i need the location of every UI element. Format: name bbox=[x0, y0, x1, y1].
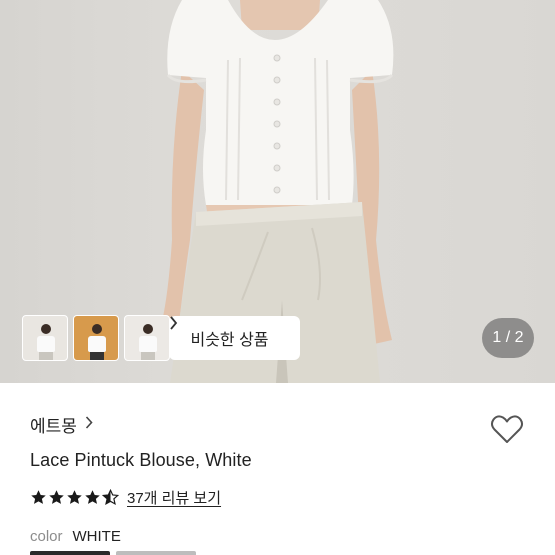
chevron-right-icon bbox=[85, 416, 93, 433]
brand-link[interactable]: 에트몽 bbox=[30, 412, 93, 437]
star-icon bbox=[49, 490, 64, 504]
similar-products-button[interactable]: 비슷한 상품 bbox=[169, 316, 300, 360]
product-title: Lace Pintuck Blouse, White bbox=[30, 450, 252, 470]
product-image[interactable]: 비슷한 상품 1 / 2 bbox=[0, 0, 555, 383]
color-option-edge[interactable] bbox=[30, 551, 110, 555]
thumbnail-1[interactable] bbox=[22, 315, 68, 361]
color-label: color bbox=[30, 528, 63, 545]
thumbnail-strip bbox=[22, 315, 170, 361]
thumbnail-3[interactable] bbox=[124, 315, 170, 361]
brand-name: 에트몽 bbox=[30, 417, 77, 436]
star-rating bbox=[30, 489, 119, 506]
review-link[interactable]: 37개 리뷰 보기 bbox=[127, 487, 221, 508]
similar-products-label: 비슷한 상품 bbox=[190, 332, 269, 349]
star-icon bbox=[67, 490, 82, 504]
color-value: WHITE bbox=[72, 528, 121, 545]
color-option-edge[interactable] bbox=[116, 551, 196, 555]
color-options-peek bbox=[30, 551, 196, 555]
star-icon bbox=[31, 490, 46, 504]
image-page-indicator: 1 / 2 bbox=[482, 318, 534, 358]
thumbnail-2[interactable] bbox=[73, 315, 119, 361]
star-icon bbox=[85, 490, 100, 504]
rating-row: 37개 리뷰 보기 bbox=[30, 487, 221, 508]
color-row: color WHITE bbox=[30, 528, 121, 545]
star-half-icon bbox=[102, 489, 119, 506]
heart-icon[interactable] bbox=[488, 410, 526, 448]
